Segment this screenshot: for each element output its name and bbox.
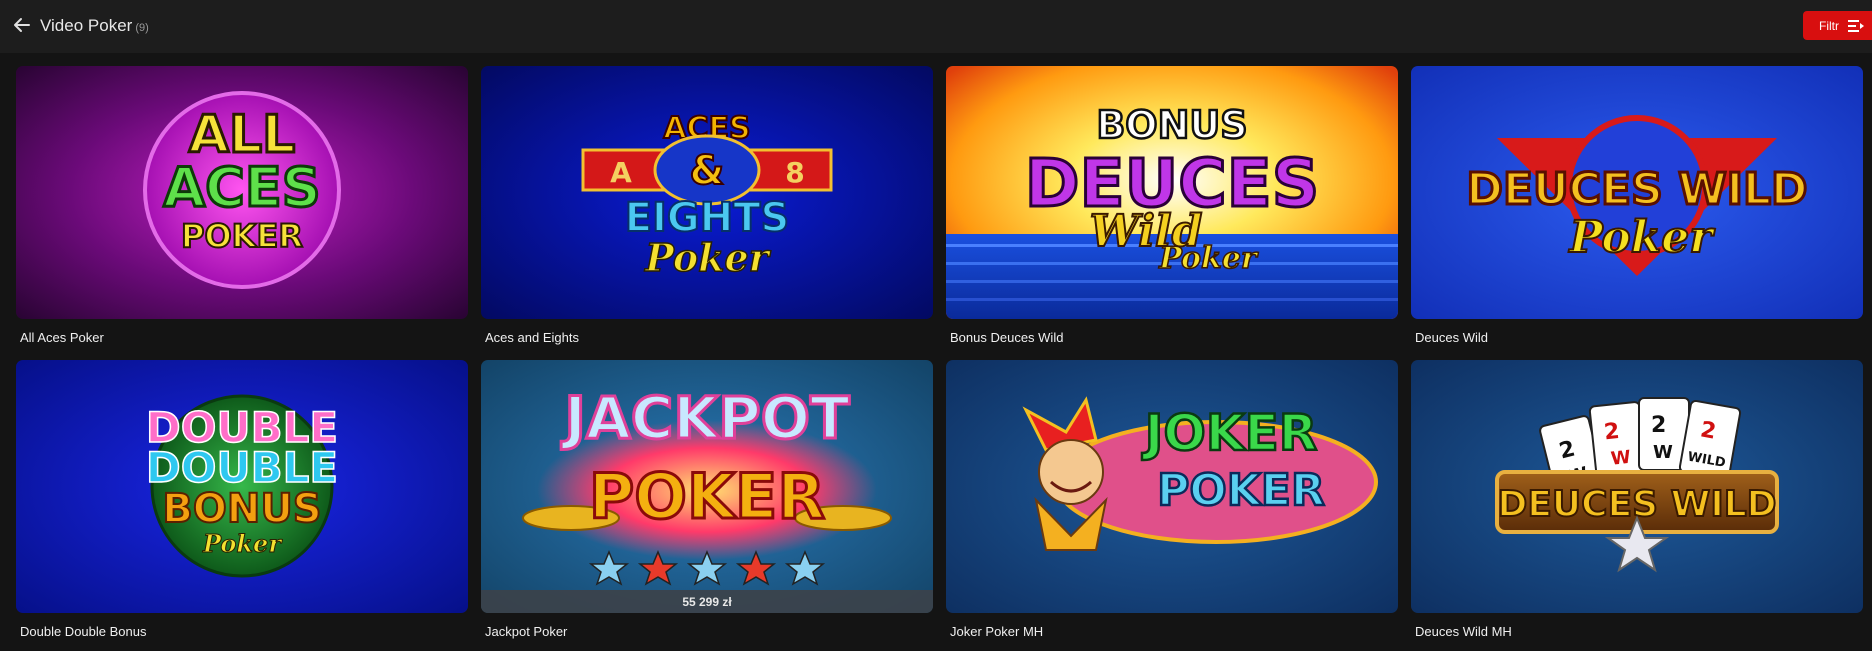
back-button[interactable] (9, 12, 35, 38)
game-title[interactable]: All Aces Poker (20, 330, 104, 345)
logo-text: & (690, 148, 725, 194)
game-card[interactable]: DOUBLE DOUBLE BONUS Poker Double Double … (16, 360, 468, 639)
filter-label: Filtr (1819, 18, 1839, 33)
game-thumbnail[interactable]: BONUS DEUCES Wild Poker (946, 66, 1398, 319)
game-card[interactable]: JACKPOT POKER 55 299 zł Jackpot Poker (481, 360, 933, 639)
game-thumbnail[interactable]: DEUCES WILD Poker (1411, 66, 1863, 319)
logo-text: Poker (1158, 241, 1259, 276)
game-thumbnail[interactable]: JOKER POKER (946, 360, 1398, 613)
logo-text: POKER (589, 460, 825, 533)
game-title[interactable]: Joker Poker MH (950, 624, 1043, 639)
game-title[interactable]: Bonus Deuces Wild (950, 330, 1063, 345)
game-card[interactable]: BONUS DEUCES Wild Poker Bonus Deuces Wil… (946, 66, 1398, 345)
game-card[interactable]: ACES A & 8 EIGHTS Poker Aces and Eights (481, 66, 933, 345)
game-count: (9) (135, 22, 149, 34)
logo-text: A (610, 156, 632, 189)
logo-text: BONUS (1096, 103, 1247, 147)
page-title: Video Poker (40, 16, 133, 35)
card-rank: W (1653, 442, 1673, 463)
game-thumbnail[interactable]: ALL ACES POKER (16, 66, 468, 319)
game-card[interactable]: JOKER POKER Joker Poker MH (946, 360, 1398, 639)
game-card[interactable]: 2 W 2 W 2 W 2 WILD DEUCES WILD Deuces Wi… (1411, 360, 1863, 639)
game-thumbnail[interactable]: ACES A & 8 EIGHTS Poker (481, 66, 933, 319)
game-title[interactable]: Jackpot Poker (485, 624, 567, 639)
game-card[interactable]: DEUCES WILD Poker Deuces Wild (1411, 66, 1863, 345)
game-title[interactable]: Aces and Eights (485, 330, 579, 345)
card-rank: 2 (1603, 419, 1621, 445)
game-thumbnail[interactable]: 2 W 2 W 2 W 2 WILD DEUCES WILD (1411, 360, 1863, 613)
game-thumbnail[interactable]: DOUBLE DOUBLE BONUS Poker (16, 360, 468, 613)
filter-button[interactable]: Filtr (1803, 11, 1872, 40)
logo-text: BONUS (162, 486, 321, 532)
card-rank: 2 (1651, 413, 1666, 438)
page-title-group: Video Poker (9) (40, 16, 149, 36)
top-bar: Video Poker (9) Filtr (0, 0, 1872, 53)
jackpot-amount: 55 299 zł (481, 590, 933, 613)
logo-text: DEUCES WILD (1466, 164, 1807, 215)
game-title[interactable]: Double Double Bonus (20, 624, 146, 639)
logo-text: DOUBLE (146, 443, 338, 492)
logo-text: ACES (163, 156, 320, 219)
logo-text: Poker (644, 235, 771, 280)
arrow-left-icon (14, 18, 30, 32)
game-thumbnail[interactable]: JACKPOT POKER 55 299 zł (481, 360, 933, 613)
logo-text: 8 (785, 156, 804, 189)
logo-text: JOKER (1142, 404, 1318, 462)
logo-text: Poker (1568, 212, 1716, 263)
logo-text: POKER (181, 217, 303, 255)
logo-text: POKER (1157, 465, 1325, 516)
game-card[interactable]: ALL ACES POKER All Aces Poker (16, 66, 468, 345)
logo-text: JACKPOT (560, 384, 850, 452)
card-rank: W (1610, 447, 1632, 470)
game-title[interactable]: Deuces Wild (1415, 330, 1488, 345)
game-title[interactable]: Deuces Wild MH (1415, 624, 1512, 639)
filter-lines-icon (1848, 19, 1864, 32)
logo-text: Poker (202, 529, 283, 558)
